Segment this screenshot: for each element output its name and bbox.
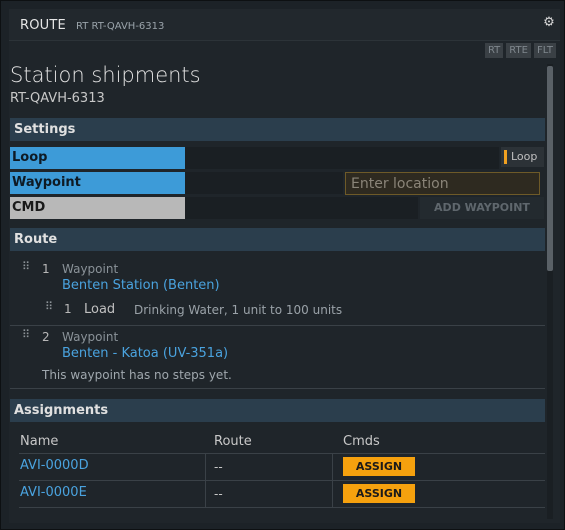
assignment-name-link[interactable]: AVI-0000E <box>20 485 87 500</box>
loop-toggle-indicator <box>504 150 507 164</box>
waypoint-location-link[interactable]: Benten - Katoa (UV-351a) <box>62 346 228 361</box>
assignment-route: -- <box>214 487 223 501</box>
loop-toggle-label: Loop <box>511 150 538 163</box>
assignment-route: -- <box>214 460 223 474</box>
drag-handle-icon[interactable]: ⠿ <box>22 329 32 346</box>
route-window: ROUTE RT RT-QAVH-6313 ⚙ RT RTE FLT Stati… <box>0 0 565 530</box>
step-number: 1 <box>64 302 72 316</box>
route-heading: Route <box>10 228 545 251</box>
location-input[interactable] <box>345 172 540 195</box>
gear-icon[interactable]: ⚙ <box>542 16 556 30</box>
scrollbar-thumb[interactable] <box>547 66 553 271</box>
loop-toggle[interactable]: Loop <box>501 147 544 167</box>
loop-row <box>185 147 499 169</box>
table-divider <box>19 507 545 508</box>
waypoint-item: ⠿ 2 Waypoint Benten - Katoa (UV-351a) Th… <box>10 326 545 389</box>
empty-steps-note: This waypoint has no steps yet. <box>42 368 232 382</box>
waypoint-type: Waypoint <box>62 262 119 276</box>
waypoint-location-link[interactable]: Benten Station (Benten) <box>62 278 220 293</box>
column-header-cmds: Cmds <box>343 434 380 449</box>
table-divider <box>19 453 545 454</box>
mode-button-rte[interactable]: RTE <box>506 43 531 58</box>
column-header-route: Route <box>214 434 252 449</box>
waypoint-number: 2 <box>42 330 50 344</box>
loop-label: Loop <box>10 147 185 169</box>
assignments-heading: Assignments <box>10 399 545 422</box>
window-title: ROUTE <box>20 18 66 33</box>
waypoint-item: ⠿ 1 Waypoint Benten Station (Benten) ⠿ 1… <box>10 258 545 326</box>
step-detail: Drinking Water, 1 unit to 100 units <box>134 303 343 317</box>
window-titlebar: ROUTE RT RT-QAVH-6313 ⚙ <box>9 9 560 41</box>
drag-handle-icon[interactable]: ⠿ <box>45 301 55 318</box>
waypoint-row <box>185 172 343 194</box>
page-subtitle: RT-QAVH-6313 <box>10 91 105 106</box>
table-divider <box>19 480 545 481</box>
add-waypoint-button[interactable]: ADD WAYPOINT <box>420 197 544 219</box>
page-title: Station shipments <box>10 63 201 87</box>
waypoint-label: Waypoint <box>10 172 185 194</box>
window-subtitle: RT RT-QAVH-6313 <box>76 21 165 32</box>
mode-button-rt[interactable]: RT <box>484 43 504 58</box>
scrollbar[interactable] <box>547 64 553 519</box>
cmd-label: CMD <box>10 197 185 219</box>
column-header-name: Name <box>20 434 59 449</box>
drag-handle-icon[interactable]: ⠿ <box>22 261 32 278</box>
assignment-name-link[interactable]: AVI-0000D <box>20 458 89 473</box>
assign-button[interactable]: ASSIGN <box>343 457 415 476</box>
assign-button[interactable]: ASSIGN <box>343 484 415 503</box>
step-action: Load <box>84 302 116 317</box>
settings-heading: Settings <box>10 118 545 141</box>
mode-button-flt[interactable]: FLT <box>533 43 556 58</box>
waypoint-number: 1 <box>42 262 50 276</box>
cmd-row <box>185 197 418 219</box>
window-content: RT RTE FLT Station shipments RT-QAVH-631… <box>9 41 560 523</box>
waypoint-type: Waypoint <box>62 330 119 344</box>
mode-buttons: RT RTE FLT <box>484 43 556 59</box>
